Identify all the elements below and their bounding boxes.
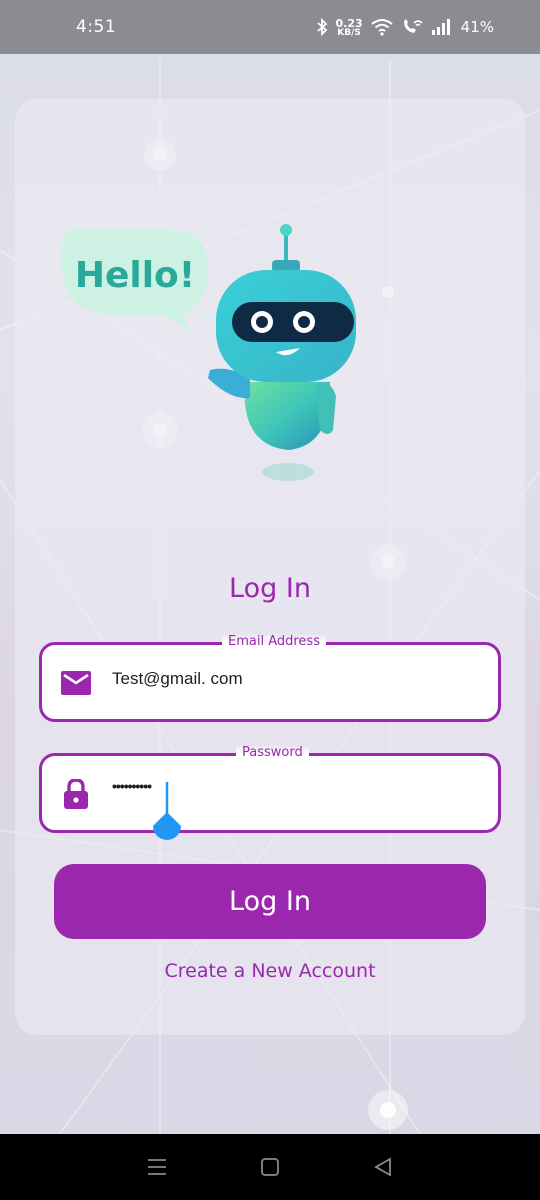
password-field-label: Password (236, 745, 309, 760)
create-account-link[interactable]: Create a New Account (0, 960, 540, 982)
speech-bubble-text: Hello! (75, 255, 195, 296)
home-icon[interactable] (250, 1147, 290, 1187)
back-icon[interactable] (363, 1147, 403, 1187)
lock-icon (60, 779, 92, 809)
navigation-bar (0, 1134, 540, 1200)
login-button[interactable]: Log In (54, 864, 486, 939)
wifi-icon (371, 18, 393, 36)
wifi-call-icon (401, 18, 423, 36)
menu-icon[interactable] (137, 1147, 177, 1187)
email-field-label: Email Address (222, 634, 326, 649)
robot-illustration: Hello! (61, 224, 356, 481)
mail-icon (60, 669, 92, 697)
password-input-value[interactable]: •••••••••• (112, 778, 152, 794)
net-speed-unit: KB/S (337, 27, 361, 38)
net-speed-value: 0.23 (335, 16, 363, 30)
page-title: Log In (229, 573, 311, 604)
status-time: 4:51 (76, 17, 117, 37)
bluetooth-icon (316, 18, 328, 36)
email-input-value[interactable]: Test@gmail. com (112, 669, 243, 689)
password-field[interactable]: Password •••••••••• (39, 745, 501, 840)
email-field[interactable]: Email Address Test@gmail. com (39, 634, 501, 722)
text-cursor-handle[interactable] (149, 782, 185, 846)
status-icons: 0.23 KB/S 41% (316, 18, 494, 37)
battery-level: 41% (460, 18, 494, 36)
net-speed: 0.23 KB/S (335, 16, 363, 38)
status-bar: 4:51 0.23 KB/S 41% (0, 0, 540, 54)
signal-icon (431, 19, 453, 35)
